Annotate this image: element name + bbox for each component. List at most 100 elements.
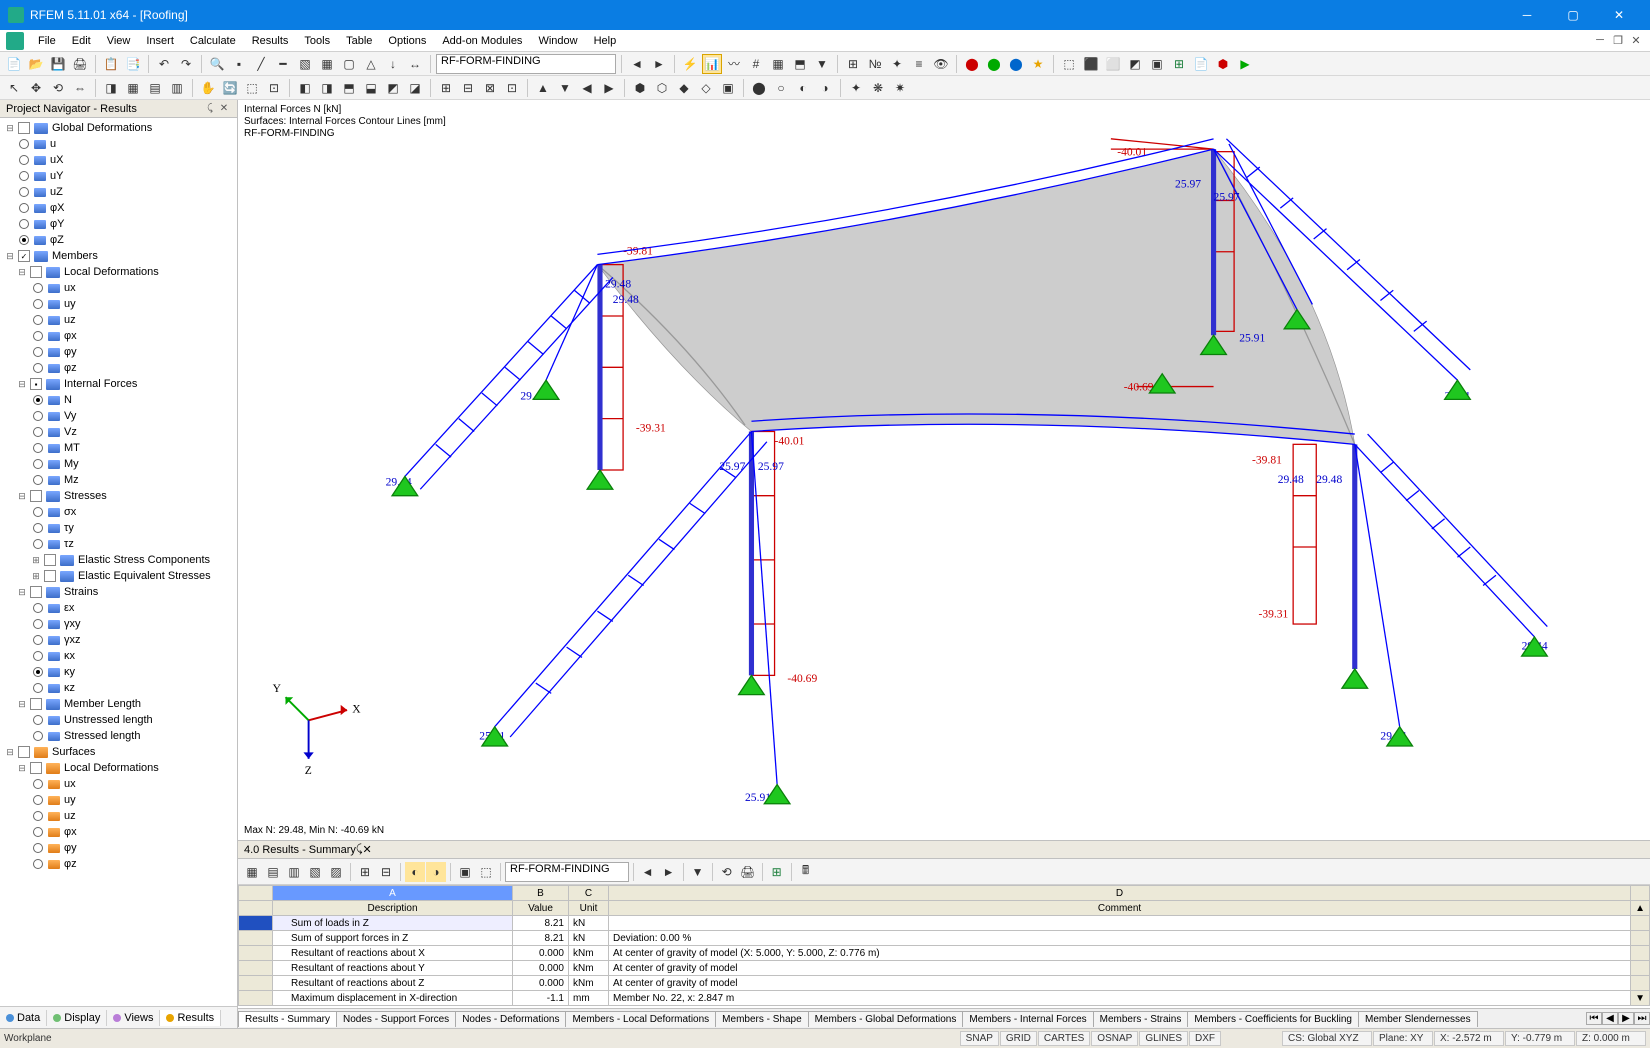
loadcase-combo[interactable]: RF-FORM-FINDING <box>436 54 616 74</box>
iso-icon[interactable]: ▦ <box>768 54 788 74</box>
numbering-icon[interactable]: № <box>865 54 885 74</box>
line-icon[interactable]: ╱ <box>251 54 271 74</box>
rt-l-icon[interactable]: ⟲ <box>717 862 737 882</box>
rtab-mem-gd[interactable]: Members - Global Deformations <box>808 1011 964 1027</box>
load-icon[interactable]: ↓ <box>383 54 403 74</box>
rtab-mem-buck[interactable]: Members - Coefficients for Buckling <box>1187 1011 1359 1027</box>
zoom-icon[interactable]: 🔍 <box>207 54 227 74</box>
menu-tools[interactable]: Tools <box>296 33 338 49</box>
rtab-summary[interactable]: Results - Summary <box>238 1011 337 1027</box>
prev-lc-icon[interactable]: ◄ <box>627 54 647 74</box>
tb2-a-icon[interactable]: ◧ <box>295 78 315 98</box>
mdi-restore-icon[interactable]: ❐ <box>1610 34 1626 47</box>
axes-icon[interactable]: ✦ <box>887 54 907 74</box>
pan-icon[interactable]: ✋ <box>198 78 218 98</box>
rt-i-icon[interactable]: ◑ <box>426 862 446 882</box>
rtab-mem-ld[interactable]: Members - Local Deformations <box>565 1011 716 1027</box>
paste-icon[interactable]: 📑 <box>123 54 143 74</box>
menu-file[interactable]: File <box>30 33 64 49</box>
pdf-icon[interactable]: ⬢ <box>1213 54 1233 74</box>
tb2-u-icon[interactable]: ○ <box>771 78 791 98</box>
star-icon[interactable]: ★ <box>1028 54 1048 74</box>
maximize-button[interactable]: ▢ <box>1550 0 1596 30</box>
dimension-icon[interactable]: ↔ <box>405 54 425 74</box>
support-icon[interactable]: △ <box>361 54 381 74</box>
rotate-icon[interactable]: ⟲ <box>48 78 68 98</box>
rt-e-icon[interactable]: ▨ <box>326 862 346 882</box>
move-icon[interactable]: ✥ <box>26 78 46 98</box>
tb2-z-icon[interactable]: ✷ <box>890 78 910 98</box>
menu-results[interactable]: Results <box>244 33 297 49</box>
zoomfit-icon[interactable]: ⊡ <box>264 78 284 98</box>
new-icon[interactable]: 📄 <box>4 54 24 74</box>
tb2-e-icon[interactable]: ◩ <box>383 78 403 98</box>
misc4-icon[interactable]: ◩ <box>1125 54 1145 74</box>
glines-toggle[interactable]: GLINES <box>1139 1031 1188 1046</box>
result-value-icon[interactable]: # <box>746 54 766 74</box>
rt-c-icon[interactable]: ▥ <box>284 862 304 882</box>
menu-help[interactable]: Help <box>586 33 625 49</box>
tab-next-icon[interactable]: ▶ <box>1618 1012 1634 1025</box>
surface-icon[interactable]: ▧ <box>295 54 315 74</box>
menu-addons[interactable]: Add-on Modules <box>434 33 530 49</box>
tb2-d-icon[interactable]: ⬓ <box>361 78 381 98</box>
rtab-mem-shape[interactable]: Members - Shape <box>715 1011 808 1027</box>
next-lc-icon[interactable]: ► <box>649 54 669 74</box>
misc3-icon[interactable]: ⬜ <box>1103 54 1123 74</box>
color2-icon[interactable]: ⬤ <box>984 54 1004 74</box>
rt-k-icon[interactable]: ⬚ <box>476 862 496 882</box>
play-icon[interactable]: ▶ <box>1235 54 1255 74</box>
rtab-nodes-def[interactable]: Nodes - Deformations <box>455 1011 566 1027</box>
view-front-icon[interactable]: ▤ <box>145 78 165 98</box>
rt-filter-icon[interactable]: ▼ <box>688 862 708 882</box>
mdi-close-icon[interactable]: ✕ <box>1628 34 1644 47</box>
fe-mesh-icon[interactable]: ⊞ <box>843 54 863 74</box>
export-excel-icon[interactable]: ⊞ <box>1169 54 1189 74</box>
tree-surfaces[interactable]: Surfaces <box>50 746 95 758</box>
tb2-x-icon[interactable]: ✦ <box>846 78 866 98</box>
tb2-w-icon[interactable]: ◑ <box>815 78 835 98</box>
rt-d-icon[interactable]: ▧ <box>305 862 325 882</box>
tree-stresses[interactable]: Stresses <box>62 490 107 502</box>
results-toggle-icon[interactable]: 📊 <box>702 54 722 74</box>
menu-view[interactable]: View <box>99 33 139 49</box>
menu-window[interactable]: Window <box>530 33 585 49</box>
filter-icon[interactable]: ▼ <box>812 54 832 74</box>
color3-icon[interactable]: ⬤ <box>1006 54 1026 74</box>
solid-icon[interactable]: ▦ <box>317 54 337 74</box>
tb2-i-icon[interactable]: ⊠ <box>480 78 500 98</box>
cartes-toggle[interactable]: CARTES <box>1038 1031 1090 1046</box>
tb2-s-icon[interactable]: ▣ <box>718 78 738 98</box>
tb2-k-icon[interactable]: ▲ <box>533 78 553 98</box>
print-icon[interactable]: 🖨 <box>70 54 90 74</box>
calc-icon[interactable]: ⚡ <box>680 54 700 74</box>
tb2-q-icon[interactable]: ◆ <box>674 78 694 98</box>
rt-g-icon[interactable]: ⊟ <box>376 862 396 882</box>
results-combo[interactable]: RF-FORM-FINDING <box>505 862 629 882</box>
tree-member-length[interactable]: Member Length <box>62 698 141 710</box>
misc2-icon[interactable]: ⬛ <box>1081 54 1101 74</box>
app-menu-icon[interactable] <box>6 32 24 50</box>
tb2-f-icon[interactable]: ◪ <box>405 78 425 98</box>
mirror-icon[interactable]: ⇔ <box>70 78 90 98</box>
orbit-icon[interactable]: 🔄 <box>220 78 240 98</box>
layers-icon[interactable]: ≡ <box>909 54 929 74</box>
rt-h-icon[interactable]: ◐ <box>405 862 425 882</box>
tb2-m-icon[interactable]: ◀ <box>577 78 597 98</box>
rt-a-icon[interactable]: ▦ <box>242 862 262 882</box>
tb2-b-icon[interactable]: ◨ <box>317 78 337 98</box>
tb2-g-icon[interactable]: ⊞ <box>436 78 456 98</box>
tab-prev-icon[interactable]: ◀ <box>1602 1012 1618 1025</box>
close-button[interactable]: ✕ <box>1596 0 1642 30</box>
rtab-mem-if[interactable]: Members - Internal Forces <box>962 1011 1093 1027</box>
rt-b-icon[interactable]: ▤ <box>263 862 283 882</box>
tb2-t-icon[interactable]: ⬤ <box>749 78 769 98</box>
view-iso-icon[interactable]: ◨ <box>101 78 121 98</box>
rt-calc-icon[interactable]: 🖩 <box>796 862 816 882</box>
osnap-toggle[interactable]: OSNAP <box>1091 1031 1138 1046</box>
results-grid[interactable]: A B C D Description Value Unit Comment ▲ <box>238 885 1650 1008</box>
tb2-p-icon[interactable]: ⬡ <box>652 78 672 98</box>
node-icon[interactable]: ▪ <box>229 54 249 74</box>
tree-members[interactable]: Members <box>50 250 98 262</box>
rt-j-icon[interactable]: ▣ <box>455 862 475 882</box>
